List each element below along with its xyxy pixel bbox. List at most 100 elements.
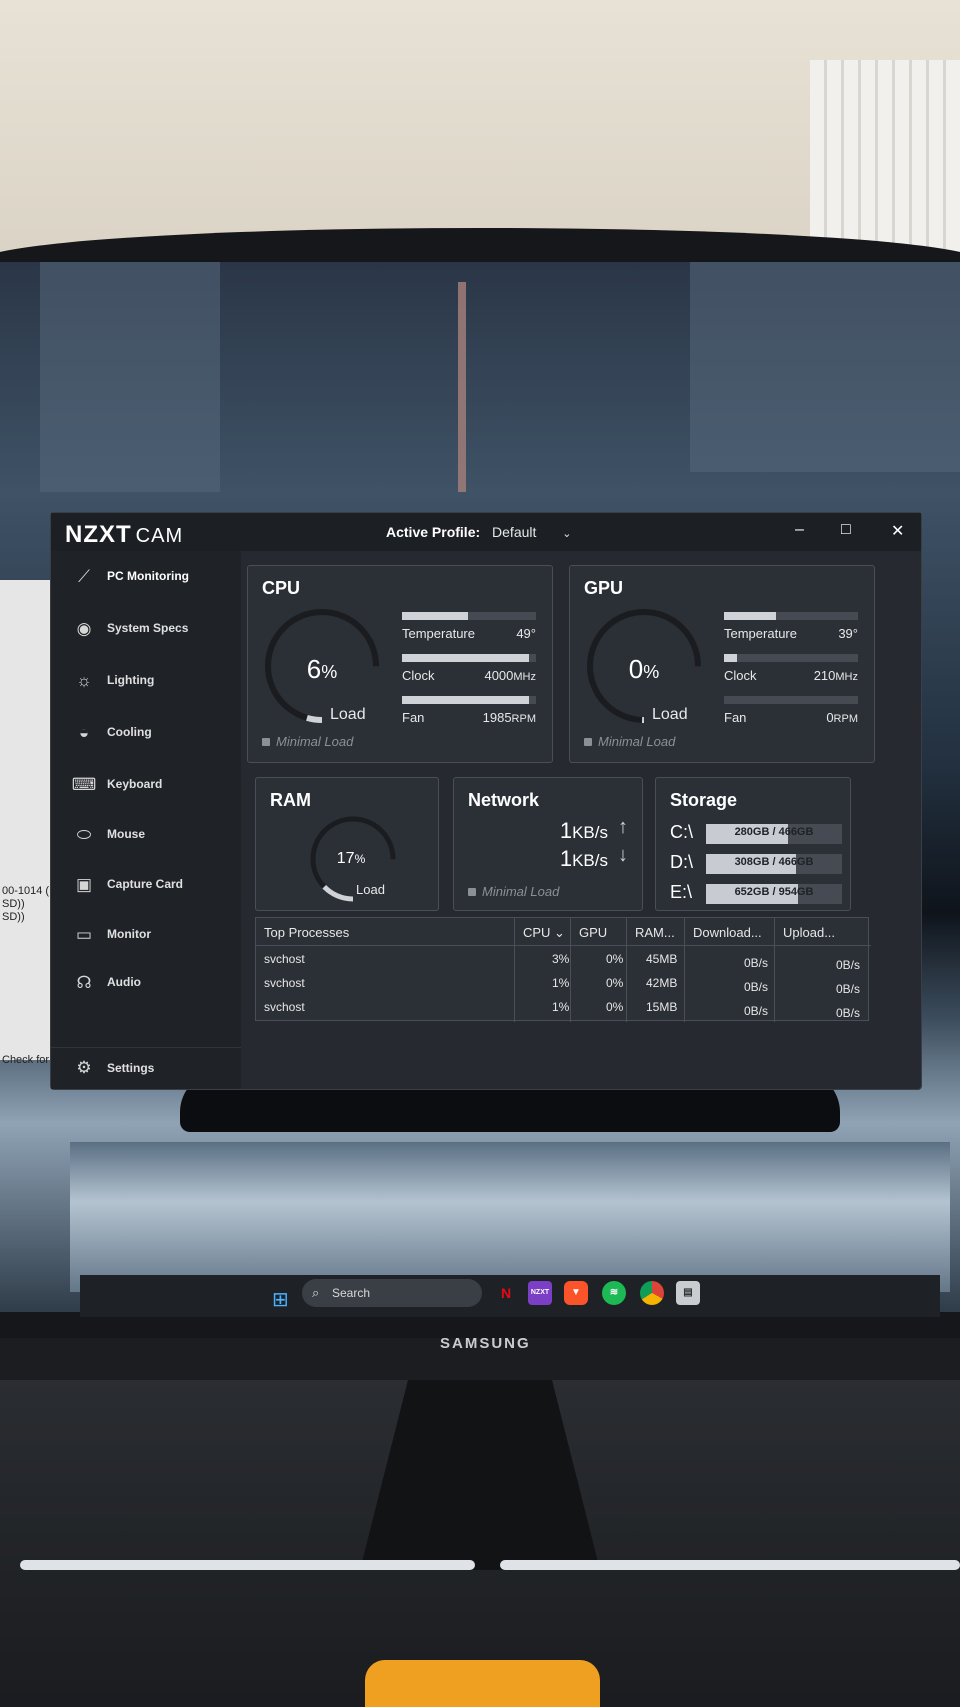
logo-text: NZXT xyxy=(65,521,132,548)
network-download-speed: 1KB/s xyxy=(559,846,608,871)
process-gpu: 0% xyxy=(606,976,624,990)
chart-line-icon: ⟋ xyxy=(78,567,90,586)
chrome-icon[interactable] xyxy=(640,1281,664,1305)
ram-load-label: Load xyxy=(356,882,385,897)
status-dot xyxy=(262,738,270,746)
maximize-button[interactable]: □ xyxy=(841,521,851,539)
metric-value: 4000MHz xyxy=(484,668,536,683)
minimize-button[interactable]: – xyxy=(795,521,804,539)
sidebar-item-label: PC Monitoring xyxy=(107,569,189,583)
mouse-icon: ⬭ xyxy=(76,825,92,844)
spotify-icon[interactable]: ≋ xyxy=(602,1281,626,1305)
panel-title: CPU xyxy=(262,578,301,598)
cpu-fan: Fan 1985RPM xyxy=(402,696,536,725)
metric-value: 210MHz xyxy=(813,668,858,683)
table-header-gpu[interactable]: GPU xyxy=(571,918,627,946)
active-profile-dropdown[interactable]: Active Profile: Default ⌄ xyxy=(386,524,572,540)
metric-label: Temperature xyxy=(402,626,475,641)
capture-card-icon: ▣ xyxy=(75,875,93,894)
monitor-light-bar-right xyxy=(500,1560,960,1570)
sidebar-item-label: Audio xyxy=(107,975,141,989)
table-header-download[interactable]: Download... xyxy=(685,918,775,946)
sidebar-item-capture-card[interactable]: ▣ Capture Card xyxy=(51,863,241,907)
process-upload: 0B/s xyxy=(836,982,861,996)
process-download: 0B/s xyxy=(744,1004,769,1018)
table-header-upload[interactable]: Upload... xyxy=(775,918,871,946)
windows-start-icon[interactable]: ⊞ xyxy=(272,1287,289,1312)
network-panel: Network 1KB/s ↑ 1KB/s ↓ Minimal Load xyxy=(453,777,643,911)
sidebar-item-label: Lighting xyxy=(107,673,155,687)
search-placeholder: Search xyxy=(332,1286,371,1300)
active-profile-label: Active Profile: xyxy=(386,524,481,540)
process-upload: 0B/s xyxy=(836,958,861,972)
monitor-icon: ▭ xyxy=(75,925,93,944)
drive-letter: C:\ xyxy=(670,822,694,842)
drive-usage: 280GB / 466GB xyxy=(734,826,814,838)
window-blinds xyxy=(810,60,960,260)
table-header-cpu[interactable]: CPU ⌄ xyxy=(515,918,571,946)
cpu-panel: CPU 6% Load Temperature 49° Clock 4000MH… xyxy=(247,565,553,763)
gpu-temperature: Temperature 39° xyxy=(724,612,858,641)
gpu-load-label: Load xyxy=(652,706,688,723)
cpu-load-label: Load xyxy=(330,706,366,723)
storage-panel: Storage C:\ 280GB / 466GB D:\ 308GB / 46… xyxy=(655,777,851,911)
process-download: 0B/s xyxy=(744,956,769,970)
cooling-icon: ◒ xyxy=(78,723,90,742)
monitor-light-bar-left xyxy=(20,1560,475,1570)
netflix-icon[interactable]: N xyxy=(494,1281,518,1305)
process-upload: 0B/s xyxy=(836,1006,861,1020)
metric-label: Fan xyxy=(724,710,747,725)
eye-icon: ◉ xyxy=(76,619,92,638)
wallpaper-wet-ground xyxy=(70,1142,950,1292)
process-gpu: 0% xyxy=(606,1000,624,1014)
ram-load-percent: 17% xyxy=(336,850,366,867)
sidebar-item-settings[interactable]: ⚙ Settings xyxy=(51,1047,241,1089)
headset-icon: ☊ xyxy=(76,973,92,992)
table-header-ram[interactable]: RAM... xyxy=(627,918,685,946)
app-logo: NZXT CAM xyxy=(65,521,183,549)
process-name: svchost xyxy=(264,1000,305,1014)
sidebar-item-audio[interactable]: ☊ Audio xyxy=(51,961,241,1005)
nzxt-cam-window: NZXT CAM Active Profile: Default ⌄ – □ ✕ … xyxy=(50,512,922,1090)
metric-label: Clock xyxy=(724,668,757,683)
monitor-brand: SAMSUNG xyxy=(440,1335,531,1352)
table-header-process[interactable]: Top Processes xyxy=(256,918,514,946)
cpu-clock: Clock 4000MHz xyxy=(402,654,536,683)
taskbar-search-box[interactable]: ⌕ Search xyxy=(302,1279,482,1307)
process-cpu: 3% xyxy=(552,952,570,966)
drive-usage: 308GB / 466GB xyxy=(734,856,814,868)
sidebar-item-label: Capture Card xyxy=(107,877,184,891)
top-processes-table: Top Processes CPU ⌄ GPU RAM... Download.… xyxy=(255,917,871,1022)
panel-title: Storage xyxy=(670,790,738,810)
sidebar-item-cooling[interactable]: ◒ Cooling xyxy=(51,711,241,755)
sidebar-item-mouse[interactable]: ⬭ Mouse xyxy=(51,813,241,857)
brave-icon[interactable]: ▼ xyxy=(564,1281,588,1305)
metric-label: Clock xyxy=(402,668,435,683)
metric-value: 1985RPM xyxy=(482,710,536,725)
sidebar-item-monitor[interactable]: ▭ Monitor xyxy=(51,913,241,957)
sidebar-item-pc-monitoring[interactable]: ⟋ PC Monitoring xyxy=(51,555,241,599)
gpu-panel: GPU 0% Load Temperature 39° Clock 210MHz… xyxy=(569,565,875,763)
gpu-clock: Clock 210MHz xyxy=(724,654,858,683)
app-icon[interactable]: ▤ xyxy=(676,1281,700,1305)
sidebar-item-system-specs[interactable]: ◉ System Specs xyxy=(51,607,241,651)
process-download: 0B/s xyxy=(744,980,769,994)
keyboard-icon: ⌨ xyxy=(71,775,97,794)
status-dot xyxy=(468,888,476,896)
sidebar-item-keyboard[interactable]: ⌨ Keyboard xyxy=(51,763,241,807)
sidebar-item-lighting[interactable]: ☼ Lighting xyxy=(51,659,241,703)
close-button[interactable]: ✕ xyxy=(891,521,904,541)
logo-suffix: CAM xyxy=(135,525,184,547)
process-name: svchost xyxy=(264,952,305,966)
panel-title: GPU xyxy=(584,578,624,598)
nzxt-cam-icon[interactable]: NZXT xyxy=(528,1281,552,1305)
title-bar: NZXT CAM Active Profile: Default ⌄ – □ ✕ xyxy=(51,513,921,551)
process-gpu: 0% xyxy=(606,952,624,966)
metric-value: 49° xyxy=(516,626,536,641)
gpu-load-percent: 0% xyxy=(628,654,660,684)
wallpaper-building-right xyxy=(690,262,960,472)
drive-usage: 652GB / 954GB xyxy=(734,886,814,898)
ram-panel: RAM 17% Load xyxy=(255,777,439,911)
cpu-temperature: Temperature 49° xyxy=(402,612,536,641)
gpu-status: Minimal Load xyxy=(584,734,675,749)
